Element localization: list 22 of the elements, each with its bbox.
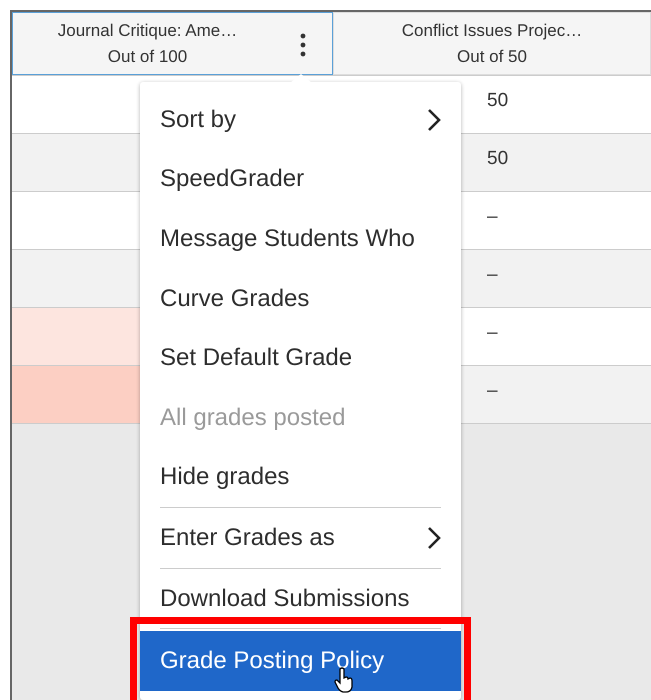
column-points: Out of 50 xyxy=(457,46,527,66)
score-text: – xyxy=(487,264,498,285)
column-header[interactable]: Journal Critique: Ame… Out of 100 xyxy=(12,12,333,75)
more-options-icon[interactable] xyxy=(300,33,306,57)
score-text: – xyxy=(487,380,498,401)
column-points: Out of 100 xyxy=(108,46,188,66)
score-text: 50 xyxy=(487,90,508,111)
menu-item[interactable]: Sort by xyxy=(140,102,461,138)
menu-item[interactable]: SpeedGrader xyxy=(140,161,461,198)
column-title: Journal Critique: Ame… xyxy=(58,20,238,40)
menu-item[interactable]: Message Students Who xyxy=(140,220,461,257)
menu-item[interactable]: Hide grades xyxy=(140,459,461,496)
score-text: – xyxy=(487,322,498,343)
column-title: Conflict Issues Projec… xyxy=(402,20,582,40)
score-text: 50 xyxy=(487,148,508,169)
menu-item[interactable]: Curve Grades xyxy=(140,280,461,317)
menu-item[interactable]: Set Default Grade xyxy=(140,340,461,376)
menu-item[interactable]: Enter Grades as xyxy=(140,520,461,556)
menu-item[interactable]: Download Submissions xyxy=(140,580,461,617)
score-text: – xyxy=(487,206,498,227)
column-header[interactable]: Conflict Issues Projec… Out of 50 xyxy=(333,12,651,75)
menu-item[interactable]: Grade Posting Policy xyxy=(140,631,461,692)
